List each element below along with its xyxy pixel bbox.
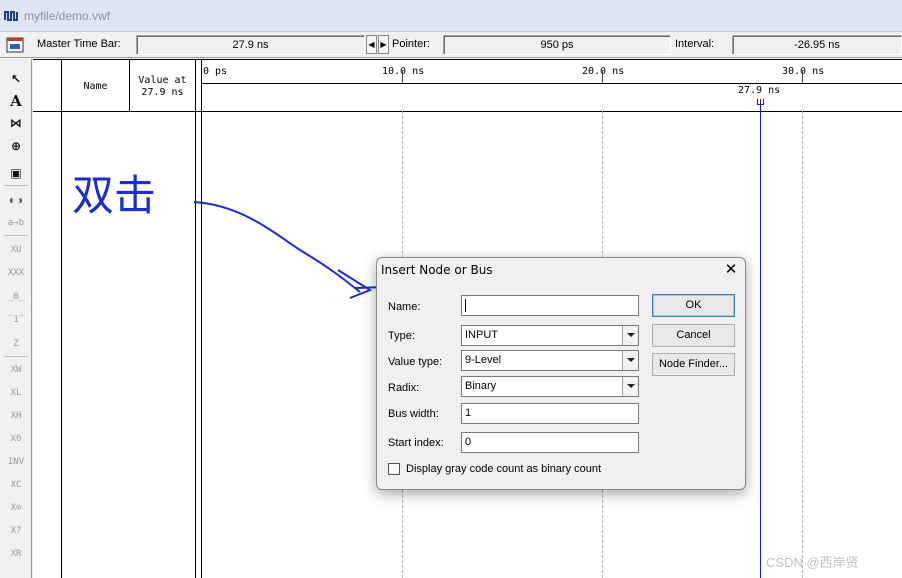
title-bar: myfile/demo.vwf xyxy=(0,0,902,32)
force-low-icon[interactable]: _0_ xyxy=(6,287,26,307)
selection-tool-icon[interactable]: ↖ xyxy=(6,69,26,89)
start-index-label: Start index: xyxy=(388,437,444,449)
radix-label: Radix: xyxy=(388,382,420,394)
waveform-file-icon xyxy=(4,11,18,21)
master-time-cursor[interactable] xyxy=(760,99,761,578)
window-menu-icon[interactable] xyxy=(6,36,24,54)
name-input[interactable] xyxy=(461,295,639,316)
start-index-input[interactable]: 0 xyxy=(461,432,639,453)
interval-label: Interval: xyxy=(675,38,715,50)
replace-icon[interactable]: a→b xyxy=(6,213,26,233)
zoom-tool-icon[interactable]: ⊕ xyxy=(6,136,26,156)
time-bar-toolbar: Master Time Bar: 27.9 ns ◀ ▶ Pointer: 95… xyxy=(0,32,902,58)
invert-icon[interactable]: INV xyxy=(6,452,26,472)
grid-line xyxy=(802,111,803,578)
waveform-editing-tool-icon[interactable]: ⋈ xyxy=(6,113,26,133)
weak-unknown-icon[interactable]: XW xyxy=(6,360,26,380)
insert-node-dialog: Insert Node or Bus ✕ Name: Type: INPUT V… xyxy=(376,257,746,490)
node-finder-button[interactable]: Node Finder... xyxy=(652,353,735,376)
tool-palette: ↖ A ⋈ ⊕ ▣ ◐◑ a→b XU XXX _0_ ‾1‾ Z XW XL … xyxy=(0,59,32,578)
type-label: Type: xyxy=(388,330,415,342)
value-column-header-line1: Value at xyxy=(138,75,187,86)
value-type-label: Value type: xyxy=(388,356,443,368)
name-label: Name: xyxy=(388,301,421,313)
gray-code-checkbox-label: Display gray code count as binary count xyxy=(406,463,602,475)
master-time-cursor-label: 27.9 ns xyxy=(738,85,781,96)
time-tick-label: 30.0 ns xyxy=(782,66,825,77)
clock-icon[interactable]: X⊙ xyxy=(6,498,26,518)
time-tick-label: 0 ps xyxy=(203,66,228,77)
master-time-bar-field[interactable]: 27.9 ns xyxy=(136,35,365,55)
time-bar-next-button[interactable]: ▶ xyxy=(378,35,389,54)
time-tick-label: 20.0 ns xyxy=(582,66,625,77)
force-high-icon[interactable]: ‾1‾ xyxy=(6,310,26,330)
high-impedance-icon[interactable]: Z xyxy=(6,334,26,354)
watermark: CSDN @西岸贤 xyxy=(766,555,859,570)
close-icon[interactable]: ✕ xyxy=(723,262,739,278)
chevron-down-icon[interactable] xyxy=(622,326,638,345)
uninitialized-value-icon[interactable]: XU xyxy=(6,240,26,260)
dont-care-icon[interactable]: X0 xyxy=(6,429,26,449)
gray-code-checkbox[interactable] xyxy=(388,463,400,475)
cancel-button[interactable]: Cancel xyxy=(652,324,735,347)
type-select[interactable]: INPUT xyxy=(461,325,639,346)
random-value-icon[interactable]: XR xyxy=(6,544,26,564)
bus-width-input[interactable]: 1 xyxy=(461,403,639,424)
ok-button[interactable]: OK xyxy=(652,294,735,317)
pointer-field: 950 ps xyxy=(443,35,671,55)
chevron-down-icon[interactable] xyxy=(622,351,638,370)
count-value-icon[interactable]: XC xyxy=(6,475,26,495)
window-title: myfile/demo.vwf xyxy=(24,9,111,23)
pointer-label: Pointer: xyxy=(392,38,430,50)
interval-field: -26.95 ns xyxy=(732,35,902,55)
arbitrary-value-icon[interactable]: X? xyxy=(6,521,26,541)
time-bar-prev-button[interactable]: ◀ xyxy=(366,35,377,54)
text-tool-icon[interactable]: A xyxy=(6,91,26,111)
time-tick-label: 10.0 ns xyxy=(382,66,425,77)
bus-width-label: Bus width: xyxy=(388,408,439,420)
weak-high-icon[interactable]: XH xyxy=(6,406,26,426)
full-screen-icon[interactable]: ▣ xyxy=(6,163,26,183)
chevron-down-icon[interactable] xyxy=(622,377,638,396)
master-time-bar-label: Master Time Bar: xyxy=(37,38,121,50)
radix-select[interactable]: Binary xyxy=(461,376,639,397)
unknown-value-icon[interactable]: XXX xyxy=(6,263,26,283)
dialog-title: Insert Node or Bus xyxy=(381,263,493,277)
weak-low-icon[interactable]: XL xyxy=(6,383,26,403)
value-type-select[interactable]: 9-Level xyxy=(461,350,639,371)
value-column-header-line2: 27.9 ns xyxy=(141,87,184,98)
find-icon[interactable]: ◐◑ xyxy=(6,190,26,210)
name-column-header: Name xyxy=(83,81,108,92)
